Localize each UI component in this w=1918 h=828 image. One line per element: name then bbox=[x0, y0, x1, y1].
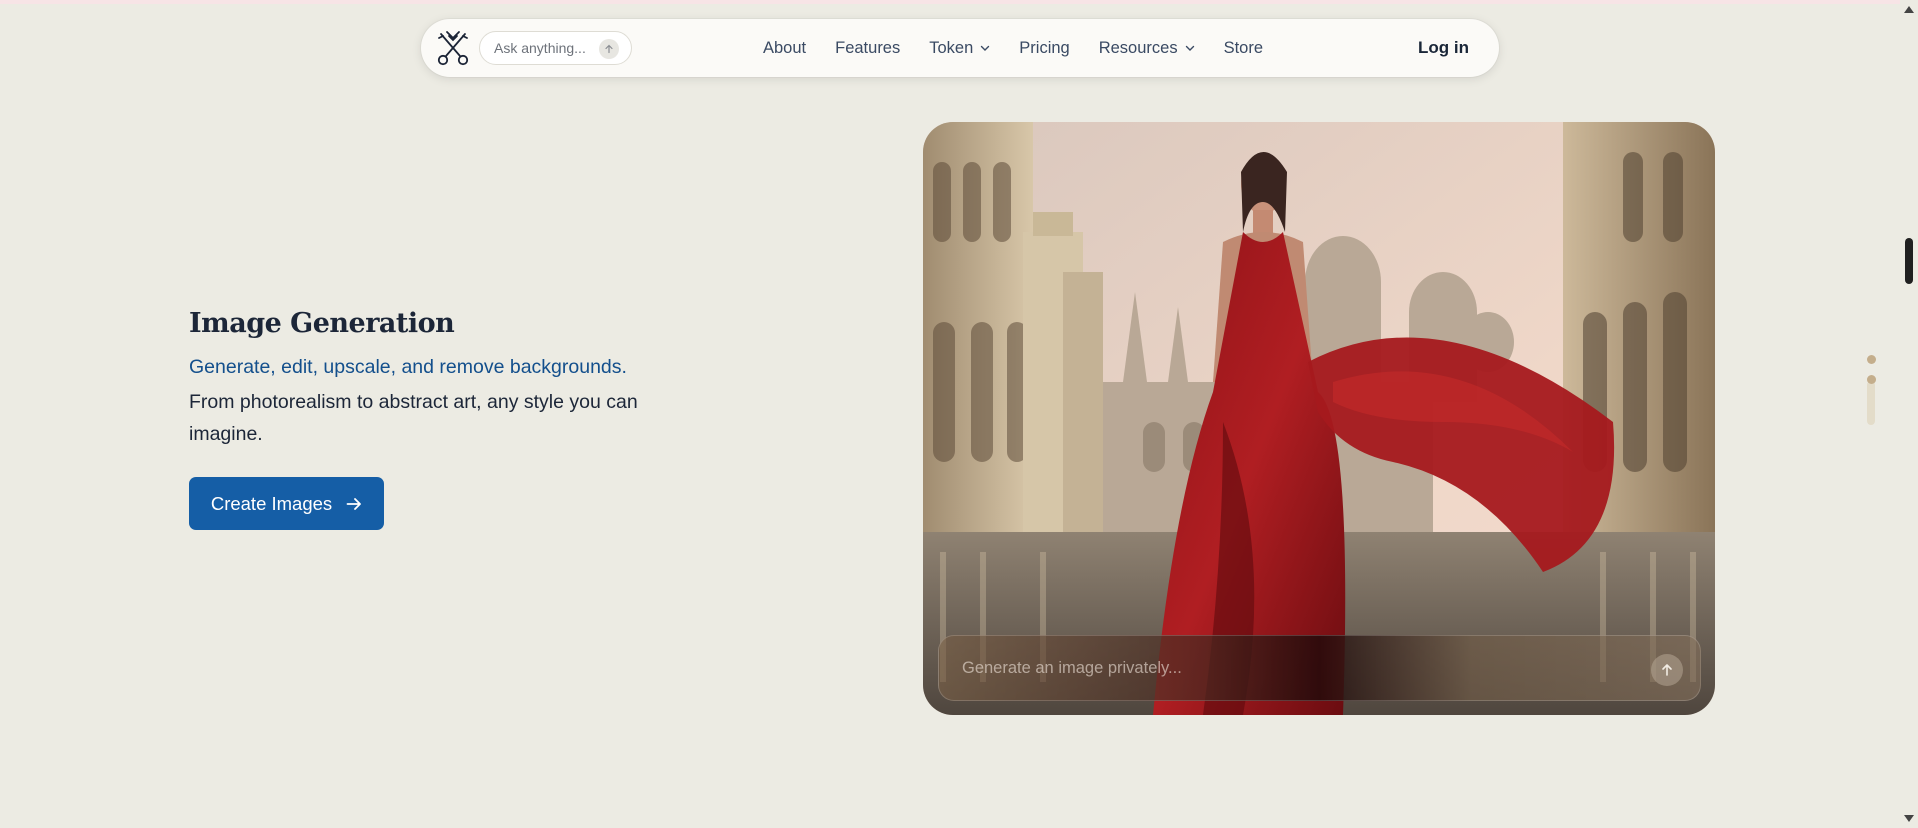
logo[interactable] bbox=[435, 29, 471, 67]
feature-description: From photorealism to abstract art, any s… bbox=[189, 391, 638, 445]
progress-dot-active[interactable] bbox=[1866, 375, 1876, 384]
nav-link-features[interactable]: Features bbox=[835, 39, 900, 58]
arrow-right-icon bbox=[346, 497, 362, 510]
generated-image bbox=[923, 122, 1715, 715]
scrollbar-thumb[interactable] bbox=[1905, 238, 1913, 284]
feature-highlight: Generate, edit, upscale, and remove back… bbox=[189, 356, 627, 378]
section-progress-indicator bbox=[1866, 355, 1876, 425]
create-images-button[interactable]: Create Images bbox=[189, 477, 384, 530]
generate-prompt-placeholder: Generate an image privately... bbox=[962, 658, 1182, 677]
nav-links: About Features Token Pricing Resources S… bbox=[763, 19, 1292, 77]
chevron-down-icon bbox=[980, 45, 990, 52]
ask-placeholder: Ask anything... bbox=[494, 40, 586, 56]
nav-link-resources[interactable]: Resources bbox=[1099, 39, 1195, 58]
create-images-label: Create Images bbox=[210, 492, 333, 514]
image-preview-card: Generate an image privately... bbox=[923, 122, 1715, 715]
feature-title: Image Generation bbox=[189, 308, 455, 339]
progress-dot[interactable] bbox=[1866, 355, 1876, 364]
top-accent-bar bbox=[0, 0, 1900, 4]
chevron-down-icon bbox=[1185, 45, 1195, 52]
generate-send-button[interactable] bbox=[1651, 654, 1683, 686]
crossed-keys-icon bbox=[437, 31, 469, 66]
ask-send-button[interactable] bbox=[599, 39, 619, 59]
page-scrollbar[interactable] bbox=[1900, 0, 1918, 828]
generate-prompt-input[interactable]: Generate an image privately... bbox=[938, 635, 1701, 701]
nav-link-pricing[interactable]: Pricing bbox=[1019, 39, 1069, 58]
progress-track bbox=[1867, 381, 1875, 425]
login-button[interactable]: Log in bbox=[1418, 19, 1469, 77]
arrow-up-icon bbox=[605, 44, 613, 54]
nav-link-store[interactable]: Store bbox=[1224, 39, 1263, 58]
page: Ask anything... About Features Token Pri… bbox=[0, 0, 1918, 828]
scroll-up-arrow-icon[interactable] bbox=[1904, 6, 1914, 13]
navbar: Ask anything... About Features Token Pri… bbox=[421, 19, 1499, 77]
nav-link-token[interactable]: Token bbox=[929, 39, 990, 58]
scroll-down-arrow-icon[interactable] bbox=[1904, 815, 1914, 822]
nav-link-about[interactable]: About bbox=[763, 39, 806, 58]
arrow-up-icon bbox=[1662, 664, 1672, 676]
ask-input[interactable]: Ask anything... bbox=[479, 31, 632, 65]
